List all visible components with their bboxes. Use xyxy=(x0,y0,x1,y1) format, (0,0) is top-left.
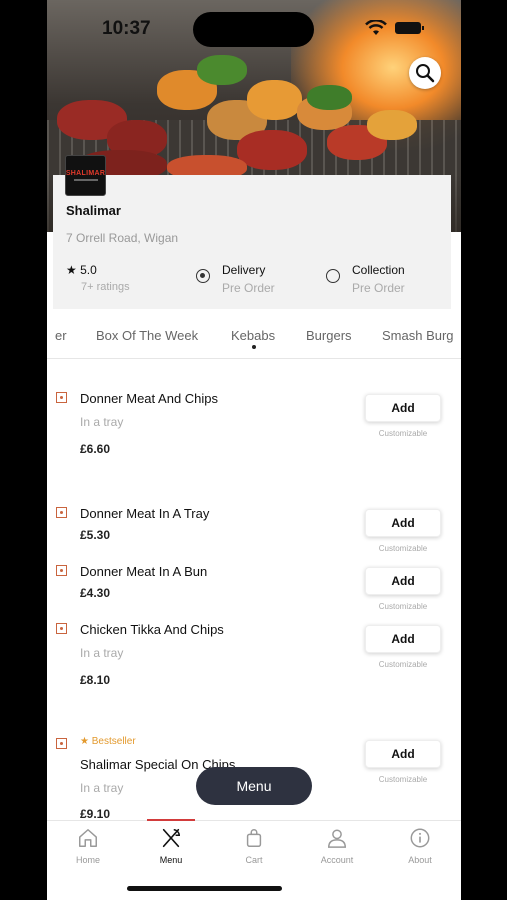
item-description: In a tray xyxy=(80,415,124,429)
customizable-label: Customizable xyxy=(378,602,428,611)
dynamic-island xyxy=(193,12,314,47)
tab-box-of-the-week[interactable]: Box Of The Week xyxy=(96,328,198,343)
food-marker-icon xyxy=(56,738,67,749)
user-icon xyxy=(328,829,346,848)
tab-kebabs[interactable]: Kebabs xyxy=(231,328,275,343)
add-button[interactable]: Add xyxy=(365,567,441,595)
item-price: £6.60 xyxy=(80,442,111,456)
radio-unselected-icon xyxy=(326,269,340,283)
active-tab-indicator xyxy=(252,345,256,349)
item-price: £4.30 xyxy=(80,586,111,600)
food-marker-icon xyxy=(56,623,67,634)
active-nav-indicator xyxy=(147,819,195,821)
item-name: Donner Meat In A Tray xyxy=(80,506,210,521)
info-icon xyxy=(410,828,430,848)
star-icon: ★ xyxy=(66,263,77,277)
food-marker-icon xyxy=(56,507,67,518)
food-marker-icon xyxy=(56,392,67,403)
bag-icon xyxy=(246,829,262,847)
restaurant-name: Shalimar xyxy=(66,203,121,218)
wifi-icon xyxy=(365,20,387,35)
item-description: In a tray xyxy=(80,781,124,795)
item-name: Chicken Tikka And Chips xyxy=(80,622,224,637)
restaurant-address: 7 Orrell Road, Wigan xyxy=(66,231,179,245)
category-tabs: er Box Of The Week Kebabs Burgers Smash … xyxy=(47,318,461,359)
search-button[interactable] xyxy=(409,57,441,89)
food-marker-icon xyxy=(56,565,67,576)
nav-menu[interactable]: Menu xyxy=(141,827,201,865)
item-price: £8.10 xyxy=(80,673,111,687)
customizable-label: Customizable xyxy=(378,429,428,438)
add-button[interactable]: Add xyxy=(365,740,441,768)
add-button[interactable]: Add xyxy=(365,509,441,537)
item-description: In a tray xyxy=(80,646,124,660)
add-button[interactable]: Add xyxy=(365,394,441,422)
cutlery-icon xyxy=(162,828,180,848)
rating-count: 7+ ratings xyxy=(81,281,130,293)
app-screen: 10:37 SHALIMAR Shalimar 7 Orrell Road, W… xyxy=(47,0,461,900)
customizable-label: Customizable xyxy=(378,660,428,669)
tab-partial[interactable]: er xyxy=(55,328,67,343)
restaurant-info-card: SHALIMAR Shalimar 7 Orrell Road, Wigan ★… xyxy=(53,155,451,309)
item-name: Donner Meat And Chips xyxy=(80,391,219,406)
radio-selected-icon xyxy=(196,269,210,283)
add-button[interactable]: Add xyxy=(365,625,441,653)
home-indicator xyxy=(127,886,282,891)
item-price: £9.10 xyxy=(80,807,111,821)
nav-home[interactable]: Home xyxy=(58,827,118,865)
star-icon: ★ xyxy=(80,736,89,747)
status-icons xyxy=(365,20,424,36)
nav-cart[interactable]: Cart xyxy=(224,827,284,865)
restaurant-logo: SHALIMAR xyxy=(65,155,106,196)
item-name: Donner Meat In A Bun xyxy=(80,564,208,579)
customizable-label: Customizable xyxy=(378,775,428,784)
menu-button[interactable]: Menu xyxy=(196,767,312,805)
home-icon xyxy=(79,829,97,847)
status-time: 10:37 xyxy=(102,18,151,39)
nav-about[interactable]: About xyxy=(390,827,450,865)
tab-smash-burgers[interactable]: Smash Burg xyxy=(382,328,454,343)
rating-value: ★ 5.0 xyxy=(66,263,97,277)
search-icon xyxy=(416,64,435,83)
bestseller-badge: ★ Bestseller xyxy=(80,736,136,747)
customizable-label: Customizable xyxy=(378,544,428,553)
tab-burgers[interactable]: Burgers xyxy=(306,328,352,343)
battery-icon xyxy=(395,22,424,34)
item-price: £5.30 xyxy=(80,528,111,542)
nav-account[interactable]: Account xyxy=(307,827,367,865)
